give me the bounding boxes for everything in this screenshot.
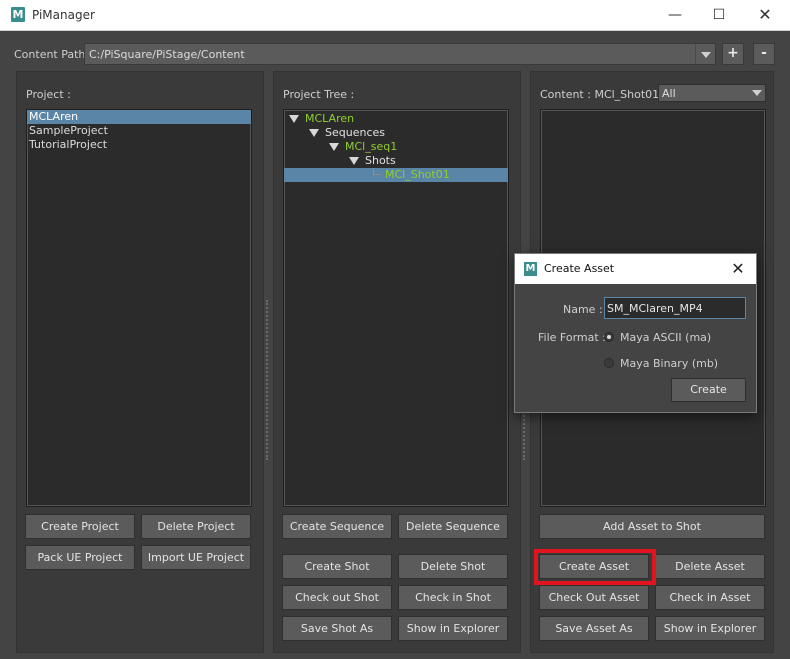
tree-node-label: MCl_seq1 (345, 140, 398, 153)
project-list[interactable]: MCLAren SampleProject TutorialProject (26, 109, 252, 507)
create-shot-button[interactable]: Create Shot (282, 554, 392, 579)
project-tree-label: Project Tree : (283, 88, 355, 101)
create-sequence-button[interactable]: Create Sequence (282, 514, 392, 539)
asset-name-input[interactable] (604, 297, 746, 319)
check-in-shot-button[interactable]: Check in Shot (398, 585, 508, 610)
save-shot-as-button[interactable]: Save Shot As (282, 616, 392, 641)
save-asset-as-button[interactable]: Save Asset As (539, 616, 649, 641)
content-filter-dropdown[interactable]: All (658, 84, 766, 102)
show-in-explorer-shot-button[interactable]: Show in Explorer (398, 616, 508, 641)
check-out-shot-button[interactable]: Check out Shot (282, 585, 392, 610)
create-button[interactable]: Create (671, 378, 746, 402)
check-in-asset-button[interactable]: Check in Asset (655, 585, 765, 610)
content-path-dropdown[interactable]: C:/PiSquare/PiStage/Content (84, 43, 716, 65)
content-filter-value: All (662, 87, 676, 100)
expand-triangle-icon[interactable] (309, 129, 319, 137)
tree-node-sequences[interactable]: Sequences (284, 126, 508, 140)
window-titlebar: M PiManager — ☐ ✕ (0, 0, 790, 31)
delete-project-button[interactable]: Delete Project (141, 514, 251, 539)
chevron-down-icon[interactable] (749, 85, 765, 101)
show-in-explorer-asset-button[interactable]: Show in Explorer (655, 616, 765, 641)
maya-binary-label[interactable]: Maya Binary (mb) (620, 357, 718, 370)
check-out-asset-button[interactable]: Check Out Asset (539, 585, 649, 610)
list-item[interactable]: SampleProject (27, 124, 251, 138)
tree-node-mclaren[interactable]: MCLAren (284, 112, 508, 126)
tree-node-seq1[interactable]: MCl_seq1 (284, 140, 508, 154)
maximize-button[interactable]: ☐ (696, 0, 742, 31)
content-path-label: Content Path: (14, 48, 90, 61)
window-title: PiManager (32, 8, 95, 22)
maya-ascii-label[interactable]: Maya ASCII (ma) (620, 331, 711, 344)
content-label: Content : MCl_Shot01 (540, 88, 660, 101)
maya-binary-radio[interactable] (604, 358, 614, 368)
close-icon[interactable]: ✕ (726, 257, 750, 281)
close-window-button[interactable]: ✕ (742, 0, 788, 31)
app-logo-icon: M (524, 262, 537, 276)
dialog-title: Create Asset (544, 262, 615, 275)
delete-asset-button[interactable]: Delete Asset (655, 554, 765, 579)
import-ue-project-button[interactable]: Import UE Project (141, 545, 251, 570)
remove-path-button[interactable]: - (753, 43, 775, 65)
content-path-value: C:/PiSquare/PiStage/Content (89, 48, 245, 61)
app-logo-icon: M (11, 7, 25, 22)
add-path-button[interactable]: + (722, 43, 744, 65)
pack-ue-project-button[interactable]: Pack UE Project (25, 545, 135, 570)
tree-node-shots[interactable]: Shots (284, 154, 508, 168)
project-label: Project : (26, 88, 71, 101)
maya-ascii-radio[interactable] (604, 332, 614, 342)
name-label: Name : (563, 303, 603, 316)
tree-node-shot01[interactable]: MCl_Shot01 (284, 168, 508, 182)
highlight-box (534, 549, 656, 585)
expand-triangle-icon[interactable] (289, 115, 299, 123)
add-asset-to-shot-button[interactable]: Add Asset to Shot (539, 514, 765, 539)
tree-node-label: Sequences (325, 126, 385, 139)
project-tree[interactable]: MCLAren Sequences MCl_seq1 Shots MCl_Sho… (283, 109, 509, 507)
list-item[interactable]: TutorialProject (27, 138, 251, 152)
file-format-label: File Format : (538, 331, 606, 344)
tree-node-label: MCl_Shot01 (385, 168, 450, 181)
create-project-button[interactable]: Create Project (25, 514, 135, 539)
dialog-titlebar: M Create Asset ✕ (515, 254, 756, 284)
expand-triangle-icon[interactable] (349, 157, 359, 165)
minimize-button[interactable]: — (652, 0, 698, 31)
splitter-handle[interactable] (266, 300, 268, 460)
create-asset-dialog: M Create Asset ✕ Name : File Format : Ma… (514, 253, 757, 413)
tree-node-label: Shots (365, 154, 396, 167)
tree-connector (373, 168, 381, 175)
tree-node-label: MCLAren (305, 112, 355, 125)
chevron-down-icon[interactable] (695, 44, 715, 64)
list-item[interactable]: MCLAren (27, 110, 251, 124)
expand-triangle-icon[interactable] (329, 143, 339, 151)
delete-shot-button[interactable]: Delete Shot (398, 554, 508, 579)
delete-sequence-button[interactable]: Delete Sequence (398, 514, 508, 539)
